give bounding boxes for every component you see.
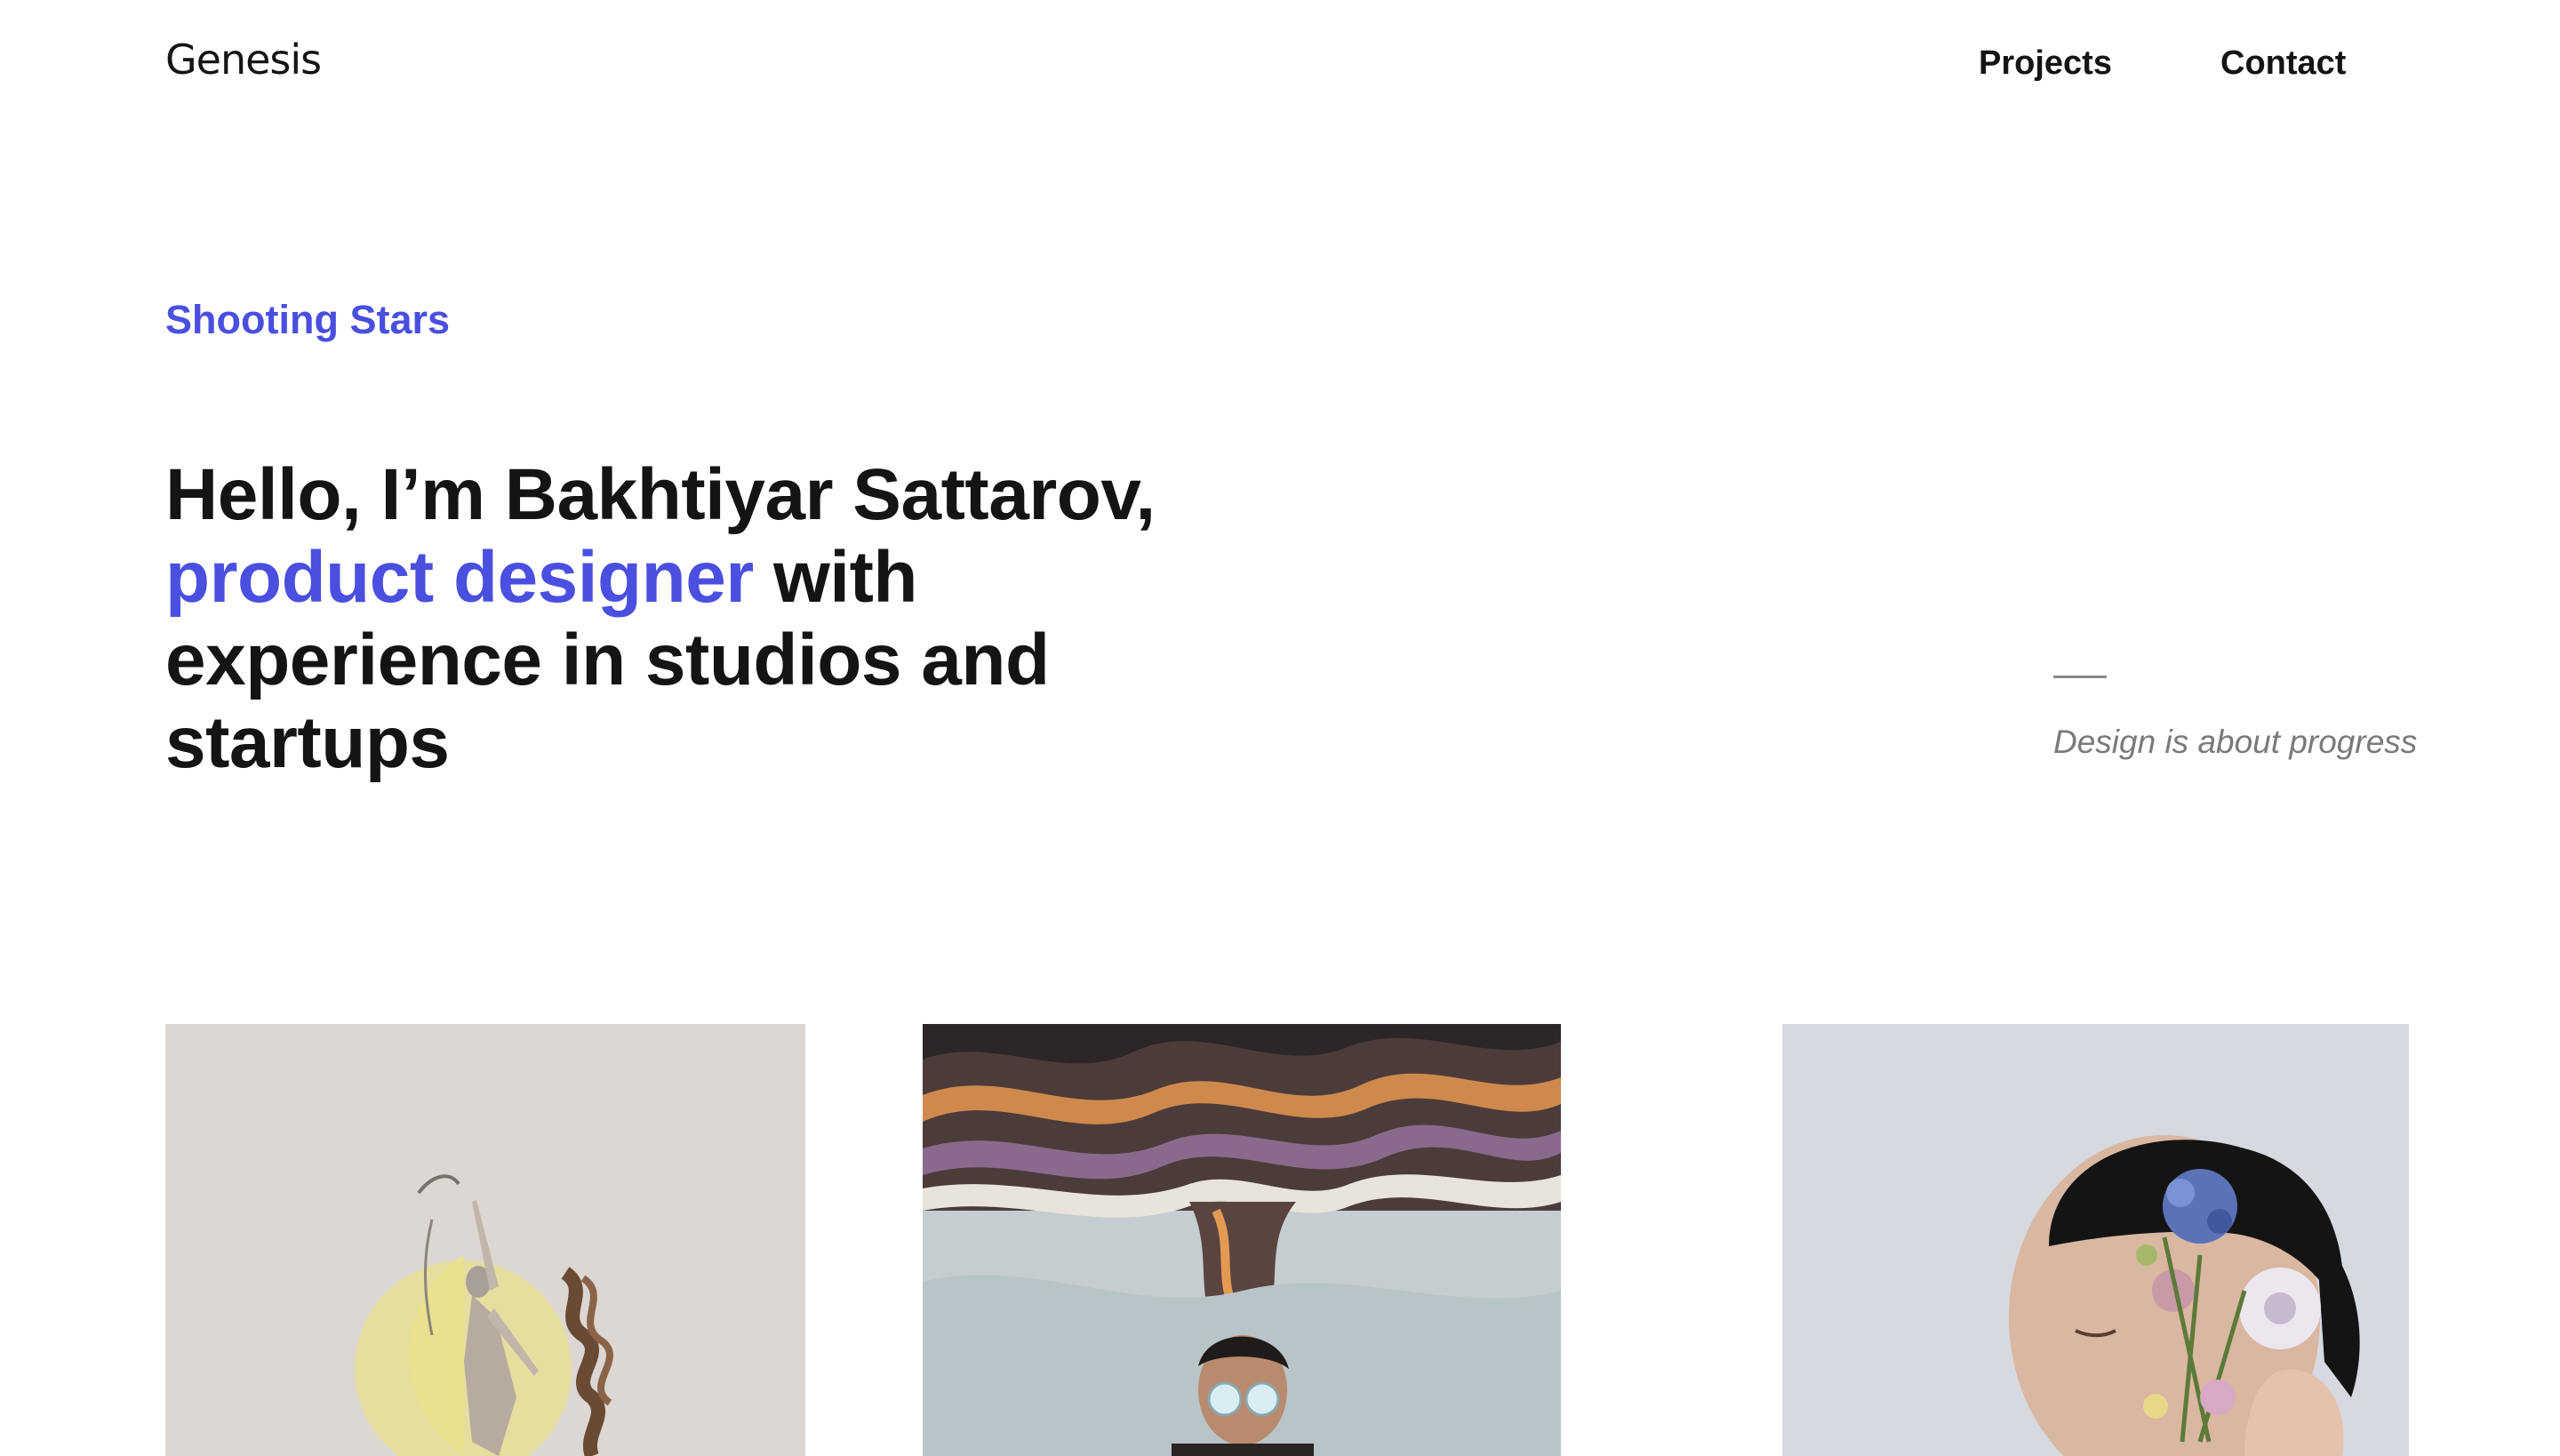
project-image-collage: [165, 1024, 805, 1456]
hero-headline: Hello, I’m Bakhtiyar Sattarov, product de…: [165, 453, 1268, 784]
site-logo[interactable]: Genesis: [165, 36, 322, 84]
project-card-illustration[interactable]: [923, 1024, 1561, 1456]
nav-contact-link[interactable]: Contact: [2220, 44, 2346, 83]
hero-eyebrow: Shooting Stars: [165, 297, 451, 342]
quote-divider: [2053, 676, 2107, 678]
project-image-illustration: [923, 1024, 1561, 1456]
headline-intro: Hello, I’m Bakhtiyar Sattarov,: [165, 454, 1156, 535]
project-card-collage[interactable]: [165, 1024, 805, 1456]
site-header: Genesis Projects Contact: [0, 0, 2560, 133]
headline-accent: product designer: [165, 537, 754, 618]
project-image-portrait: [1782, 1024, 2409, 1456]
hero-quote: Design is about progress: [2053, 724, 2418, 760]
project-card-portrait[interactable]: [1782, 1024, 2409, 1456]
nav-projects-link[interactable]: Projects: [1979, 44, 2112, 83]
